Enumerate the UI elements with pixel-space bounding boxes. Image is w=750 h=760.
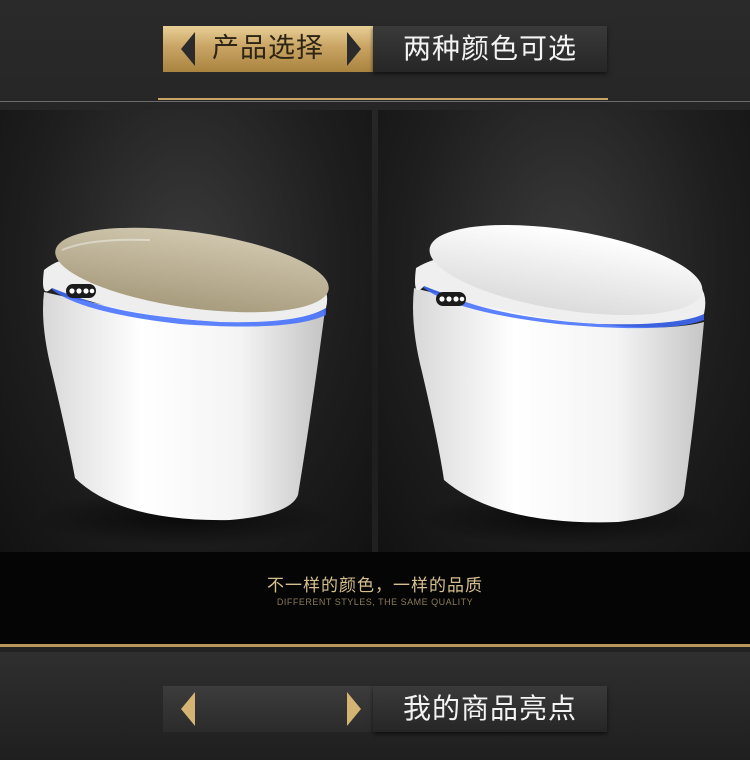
product-panel-white xyxy=(378,110,750,552)
toilet-white-image xyxy=(413,224,718,546)
product-page: 产品选择 两种颜色可选 不一样的颜色，一样的品质 DIFFERENT STYLE… xyxy=(0,0,750,760)
gold-divider xyxy=(158,98,608,100)
section-banner-top: 产品选择 两种颜色可选 xyxy=(163,26,607,72)
caption-english: DIFFERENT STYLES, THE SAME QUALITY xyxy=(276,597,474,607)
product-panel-gold xyxy=(0,110,372,552)
banner-left-label: 产品选择 xyxy=(212,33,324,64)
banner-right-label: 两种颜色可选 xyxy=(402,32,577,65)
banner-right-label: 我的商品亮点 xyxy=(402,692,577,725)
toilet-gold-image xyxy=(35,227,335,546)
caption-chinese: 不一样的颜色，一样的品质 xyxy=(267,576,483,596)
section-divider xyxy=(0,101,750,102)
gold-separator xyxy=(0,644,750,647)
banner-left-label xyxy=(163,686,373,732)
section-banner-bottom: 我的商品亮点 xyxy=(163,686,607,732)
